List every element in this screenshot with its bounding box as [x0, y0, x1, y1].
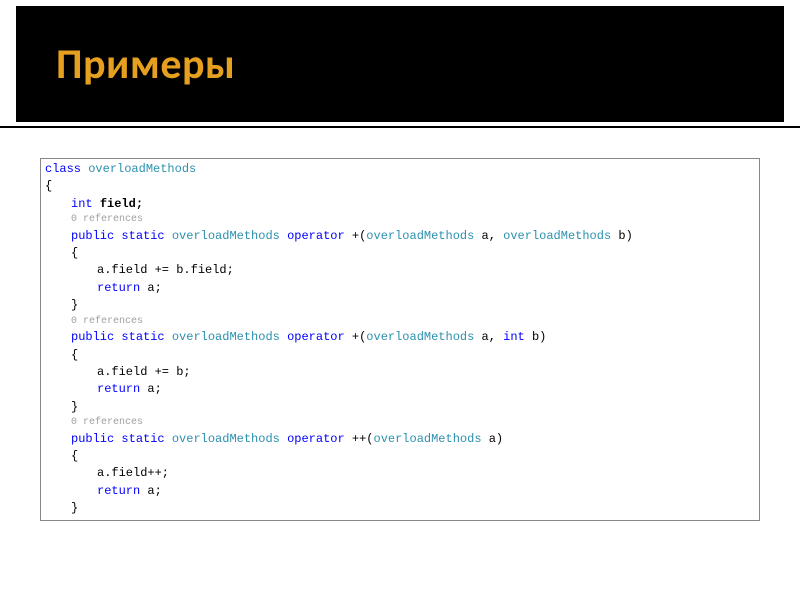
param-type: overloadMethods: [374, 432, 482, 446]
brace-open: {: [71, 246, 78, 260]
code-line: public static overloadMethods operator +…: [45, 228, 755, 245]
param-b: b): [525, 330, 547, 344]
op-plus: +(: [345, 330, 367, 344]
space: [280, 229, 287, 243]
param-type: overloadMethods: [366, 229, 474, 243]
brace-open: {: [45, 179, 52, 193]
code-box: class overloadMethods { int field; 0 ref…: [40, 158, 760, 521]
op-plusplus: ++(: [345, 432, 374, 446]
return-type: overloadMethods: [172, 330, 280, 344]
param-a: a,: [474, 330, 503, 344]
code-line: }: [45, 500, 755, 517]
brace-open: {: [71, 449, 78, 463]
param-a: a,: [474, 229, 503, 243]
code-line: class overloadMethods: [45, 161, 755, 178]
return-type: overloadMethods: [172, 229, 280, 243]
space: [165, 330, 172, 344]
code-line: }: [45, 399, 755, 416]
keyword-operator: operator: [287, 229, 345, 243]
code-line: a.field++;: [45, 465, 755, 482]
return-type: overloadMethods: [172, 432, 280, 446]
keyword-public: public: [71, 432, 114, 446]
brace-open: {: [71, 348, 78, 362]
brace-close: }: [71, 298, 78, 312]
keyword-static: static: [121, 229, 164, 243]
field-decl: field;: [100, 197, 143, 211]
param-type: overloadMethods: [366, 330, 474, 344]
return-a: a;: [140, 484, 162, 498]
space: [280, 432, 287, 446]
return-a: a;: [140, 281, 162, 295]
keyword-static: static: [121, 330, 164, 344]
code-line: }: [45, 297, 755, 314]
header-bar: Примеры: [16, 6, 784, 122]
param-a: a): [482, 432, 504, 446]
param-int: int: [503, 330, 525, 344]
keyword-return: return: [97, 382, 140, 396]
keyword-return: return: [97, 484, 140, 498]
code-line: a.field += b.field;: [45, 262, 755, 279]
code-line: {: [45, 178, 755, 195]
code-line: {: [45, 347, 755, 364]
brace-close: }: [71, 400, 78, 414]
param-type: overloadMethods: [503, 229, 611, 243]
space: [165, 432, 172, 446]
keyword-static: static: [121, 432, 164, 446]
code-line: public static overloadMethods operator +…: [45, 329, 755, 346]
code-line: a.field += b;: [45, 364, 755, 381]
slide-title: Примеры: [56, 39, 235, 90]
space: [280, 330, 287, 344]
stmt: a.field += b;: [97, 365, 191, 379]
code-line: return a;: [45, 381, 755, 398]
slide: Примеры class overloadMethods { int fiel…: [0, 6, 800, 606]
code-line: {: [45, 245, 755, 262]
keyword-class: class: [45, 162, 81, 176]
keyword-operator: operator: [287, 330, 345, 344]
keyword-int: int: [71, 197, 93, 211]
divider: [0, 126, 800, 128]
codelens: 0 references: [45, 315, 755, 330]
param-b: b): [611, 229, 633, 243]
space: [165, 229, 172, 243]
stmt: a.field += b.field;: [97, 263, 234, 277]
code-line: return a;: [45, 483, 755, 500]
space: [93, 197, 100, 211]
code-line: return a;: [45, 280, 755, 297]
codelens: 0 references: [45, 416, 755, 431]
keyword-operator: operator: [287, 432, 345, 446]
stmt: a.field++;: [97, 466, 169, 480]
codelens: 0 references: [45, 213, 755, 228]
code-line: public static overloadMethods operator +…: [45, 431, 755, 448]
return-a: a;: [140, 382, 162, 396]
code-line: int field;: [45, 196, 755, 213]
keyword-public: public: [71, 330, 114, 344]
code-line: {: [45, 448, 755, 465]
keyword-public: public: [71, 229, 114, 243]
brace-close: }: [71, 501, 78, 515]
class-name: overloadMethods: [88, 162, 196, 176]
op-plus: +(: [345, 229, 367, 243]
keyword-return: return: [97, 281, 140, 295]
